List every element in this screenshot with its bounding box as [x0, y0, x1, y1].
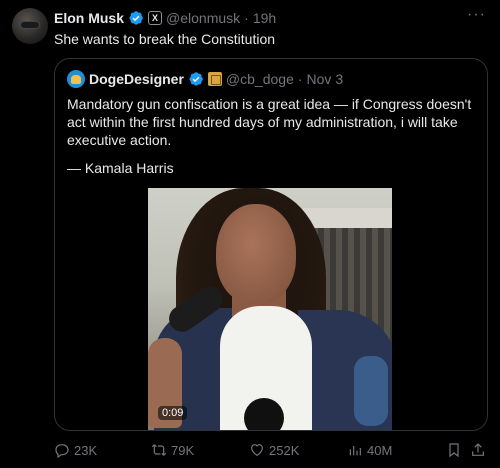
microphone [244, 398, 284, 430]
verified-icon [189, 72, 203, 86]
share-button[interactable] [470, 442, 486, 458]
author-name[interactable]: Elon Musk [54, 10, 124, 26]
bookmark-icon [449, 443, 459, 458]
microphone [354, 356, 388, 426]
quote-author-name[interactable]: DogeDesigner [89, 71, 184, 87]
author-handle[interactable]: @elonmusk [166, 10, 240, 26]
x-badge-icon: X [148, 11, 163, 25]
badge-emoji-icon [207, 72, 222, 86]
views-count: 40M [367, 442, 393, 458]
views-button[interactable]: 40M [347, 442, 392, 458]
views-icon [349, 446, 361, 456]
separator: · [297, 71, 303, 87]
tweet[interactable]: Elon Musk X @elonmusk · 19h ··· She want… [0, 0, 500, 468]
repost-button[interactable]: 79K [151, 442, 194, 458]
quote-header: DogeDesigner @cb_doge · Nov 3 [67, 69, 343, 89]
video-player[interactable]: 0:09 [148, 188, 392, 430]
like-button[interactable]: 252K [249, 442, 299, 458]
quote-handle[interactable]: @cb_doge [226, 71, 294, 87]
quote-time[interactable]: Nov 3 [307, 71, 344, 87]
video-subject-face [216, 204, 296, 304]
verified-icon [129, 11, 143, 25]
more-icon[interactable]: ··· [467, 7, 486, 23]
quote-attribution: — Kamala Harris [67, 160, 174, 176]
repost-count: 79K [171, 442, 195, 458]
avatar[interactable] [12, 8, 48, 44]
like-count: 252K [269, 442, 300, 458]
tweet-time[interactable]: 19h [253, 10, 276, 26]
tweet-text: She wants to break the Constitution [54, 31, 276, 47]
repost-icon [151, 444, 167, 456]
reply-icon [55, 444, 69, 458]
reply-button[interactable]: 23K [54, 442, 97, 458]
quote-avatar[interactable] [67, 70, 85, 88]
separator: · [244, 10, 249, 26]
bookmark-button[interactable] [446, 442, 462, 458]
action-bar: 23K 79K 252K 40M [54, 440, 488, 460]
quote-text: Mandatory gun confiscation is a great id… [67, 96, 472, 148]
video-duration: 0:09 [158, 406, 188, 420]
share-icon [472, 443, 484, 456]
quoted-tweet[interactable]: DogeDesigner @cb_doge · Nov 3 Mandatory … [54, 58, 488, 431]
reply-count: 23K [74, 442, 98, 458]
tweet-header: Elon Musk X @elonmusk · 19h [54, 9, 276, 27]
like-icon [251, 444, 263, 457]
